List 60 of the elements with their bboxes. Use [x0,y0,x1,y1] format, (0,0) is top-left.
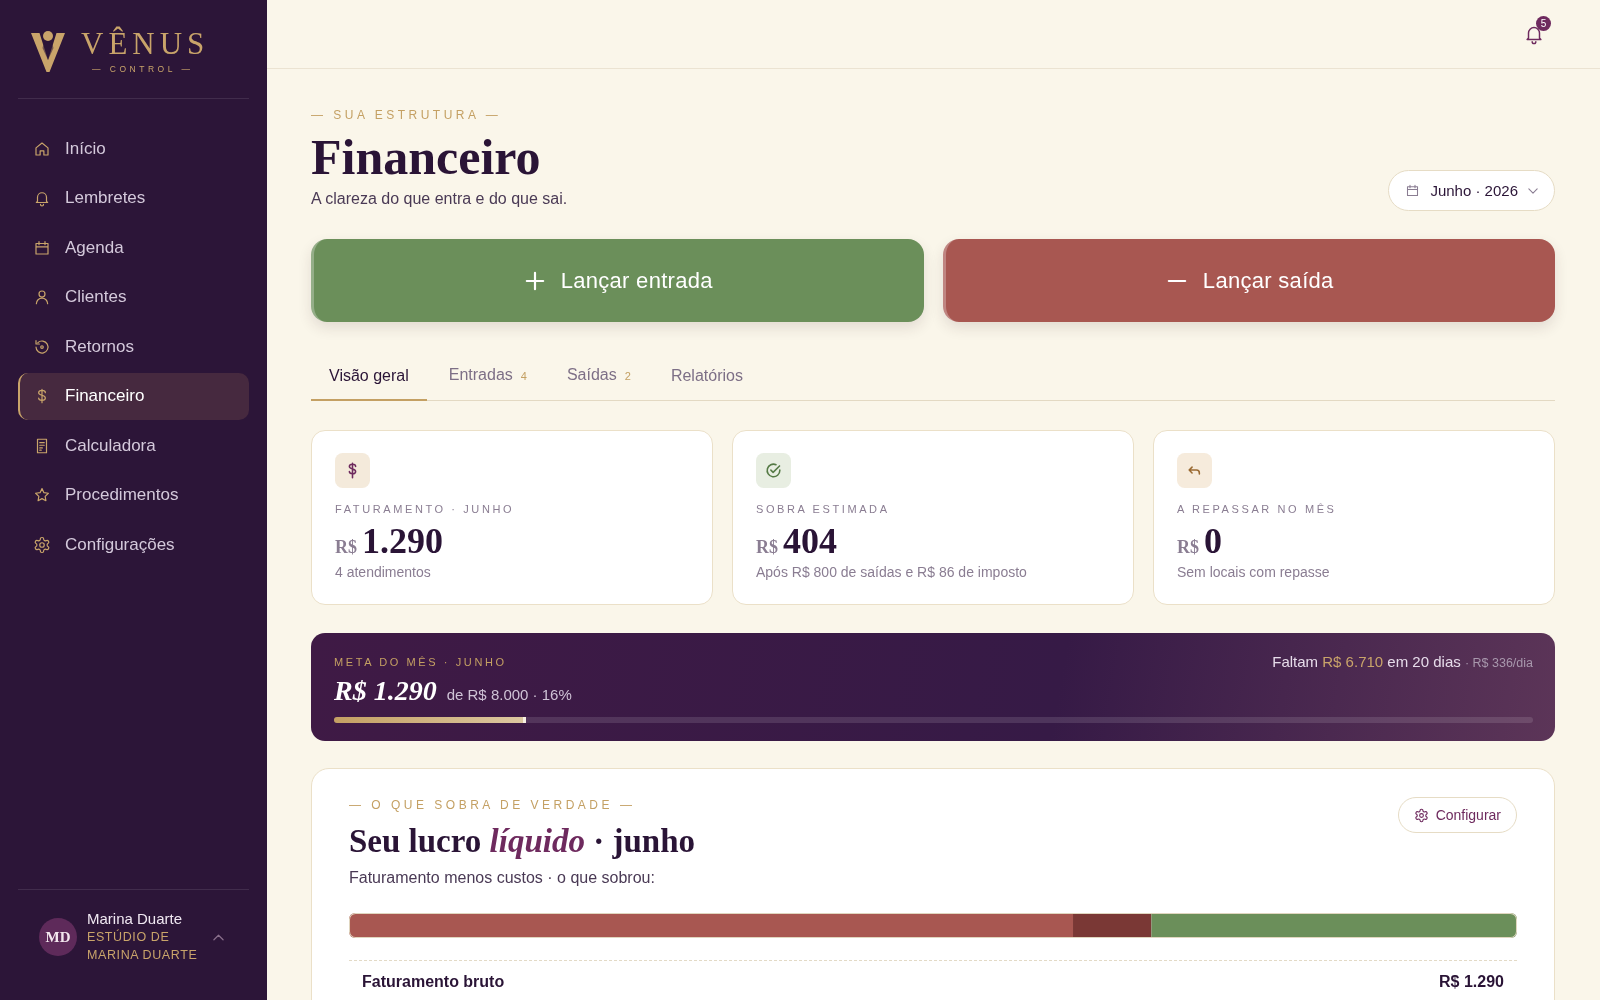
goal-target: de R$ 8.000 · 16% [446,685,572,705]
stat-label: A REPASSAR NO MÊS [1177,502,1338,516]
studio-name: ESTÚDIO DE MARINA DUARTE [87,928,199,964]
calendar-icon [1405,183,1421,198]
row-value: R$ 1.290 [1439,972,1504,992]
profit-title: Seu lucro líquido · junho [349,822,695,861]
person-icon [33,288,51,306]
plus-icon [524,270,545,291]
gear-icon [33,535,51,554]
profit-subtitle: Faturamento menos custos · o que sobrou: [349,868,656,888]
tab[interactable]: Entradas 4 [430,352,545,401]
tab[interactable]: Visão geral [311,352,427,401]
row-label: Faturamento bruto [362,972,505,992]
notification-badge: 5 [1536,16,1551,31]
nav-item[interactable]: Clientes [18,273,249,321]
nav-item[interactable]: Lembretes [18,174,249,222]
section-eyebrow: — SUA ESTRUTURA — [311,107,503,123]
chevron-up-icon[interactable] [213,933,224,941]
nav-item[interactable]: Financeiro [18,372,249,420]
stat-value: 0 [1204,521,1222,561]
page-subtitle: A clareza do que entra e do que sai. [311,189,568,209]
tab[interactable]: Saídas 2 [548,352,649,401]
goal-remaining-text: Faltam R$ 6.710 em 20 dias · R$ 336/dia [1272,652,1533,672]
stat-note: Sem locais com repasse [1177,563,1331,581]
user-name: Marina Duarte [87,910,184,928]
calendar-icon [33,238,51,257]
star-icon [33,486,51,504]
nav-item[interactable]: Calculadora [18,422,249,469]
currency-symbol: R$ [1177,536,1199,559]
goal-label: META DO MÊS · JUNHO [334,655,507,670]
section-eyebrow: — O QUE SOBRA DE VERDADE — [349,797,637,813]
configure-button[interactable]: Configurar [1397,797,1517,833]
bell-icon [33,189,51,207]
period-dropdown[interactable]: Junho · 2026 [1388,170,1555,211]
user-avatar: MD [39,918,77,956]
tab[interactable]: Relatórios [652,352,761,401]
goal-value: R$ 1.290 [334,675,437,707]
rotate-arrow-icon [33,337,51,356]
nav-item[interactable]: Agenda [18,224,249,271]
stat-label: FATURAMENTO · JUNHO [335,502,516,516]
page-title: Financeiro [311,128,542,186]
action-button[interactable]: Lançar saída [942,239,1555,322]
action-button[interactable]: Lançar entrada [311,239,924,322]
nav-item[interactable]: Retornos [18,323,249,370]
stat-value: 1.290 [362,521,443,561]
stat-note: 4 atendimentos [335,563,432,581]
nav-item[interactable]: Procedimentos [18,471,249,519]
currency-symbol: R$ [335,536,357,559]
gear-icon [1413,807,1429,823]
nav-item[interactable]: Início [18,125,249,172]
stat-label: SOBRA ESTIMADA [756,502,891,516]
stat-value: 404 [783,521,837,561]
brand-tagline: — CONTROL — [91,63,194,75]
nav-item[interactable]: Configurações [18,521,249,568]
brand-name: VÊNUS [81,27,210,61]
minus-icon [1166,278,1187,283]
currency-symbol: R$ [756,536,778,559]
chevron-down-icon [1528,187,1538,194]
stat-note: Após R$ 800 de saídas e R$ 86 de imposto [756,563,1028,581]
dollar-icon [335,453,370,488]
